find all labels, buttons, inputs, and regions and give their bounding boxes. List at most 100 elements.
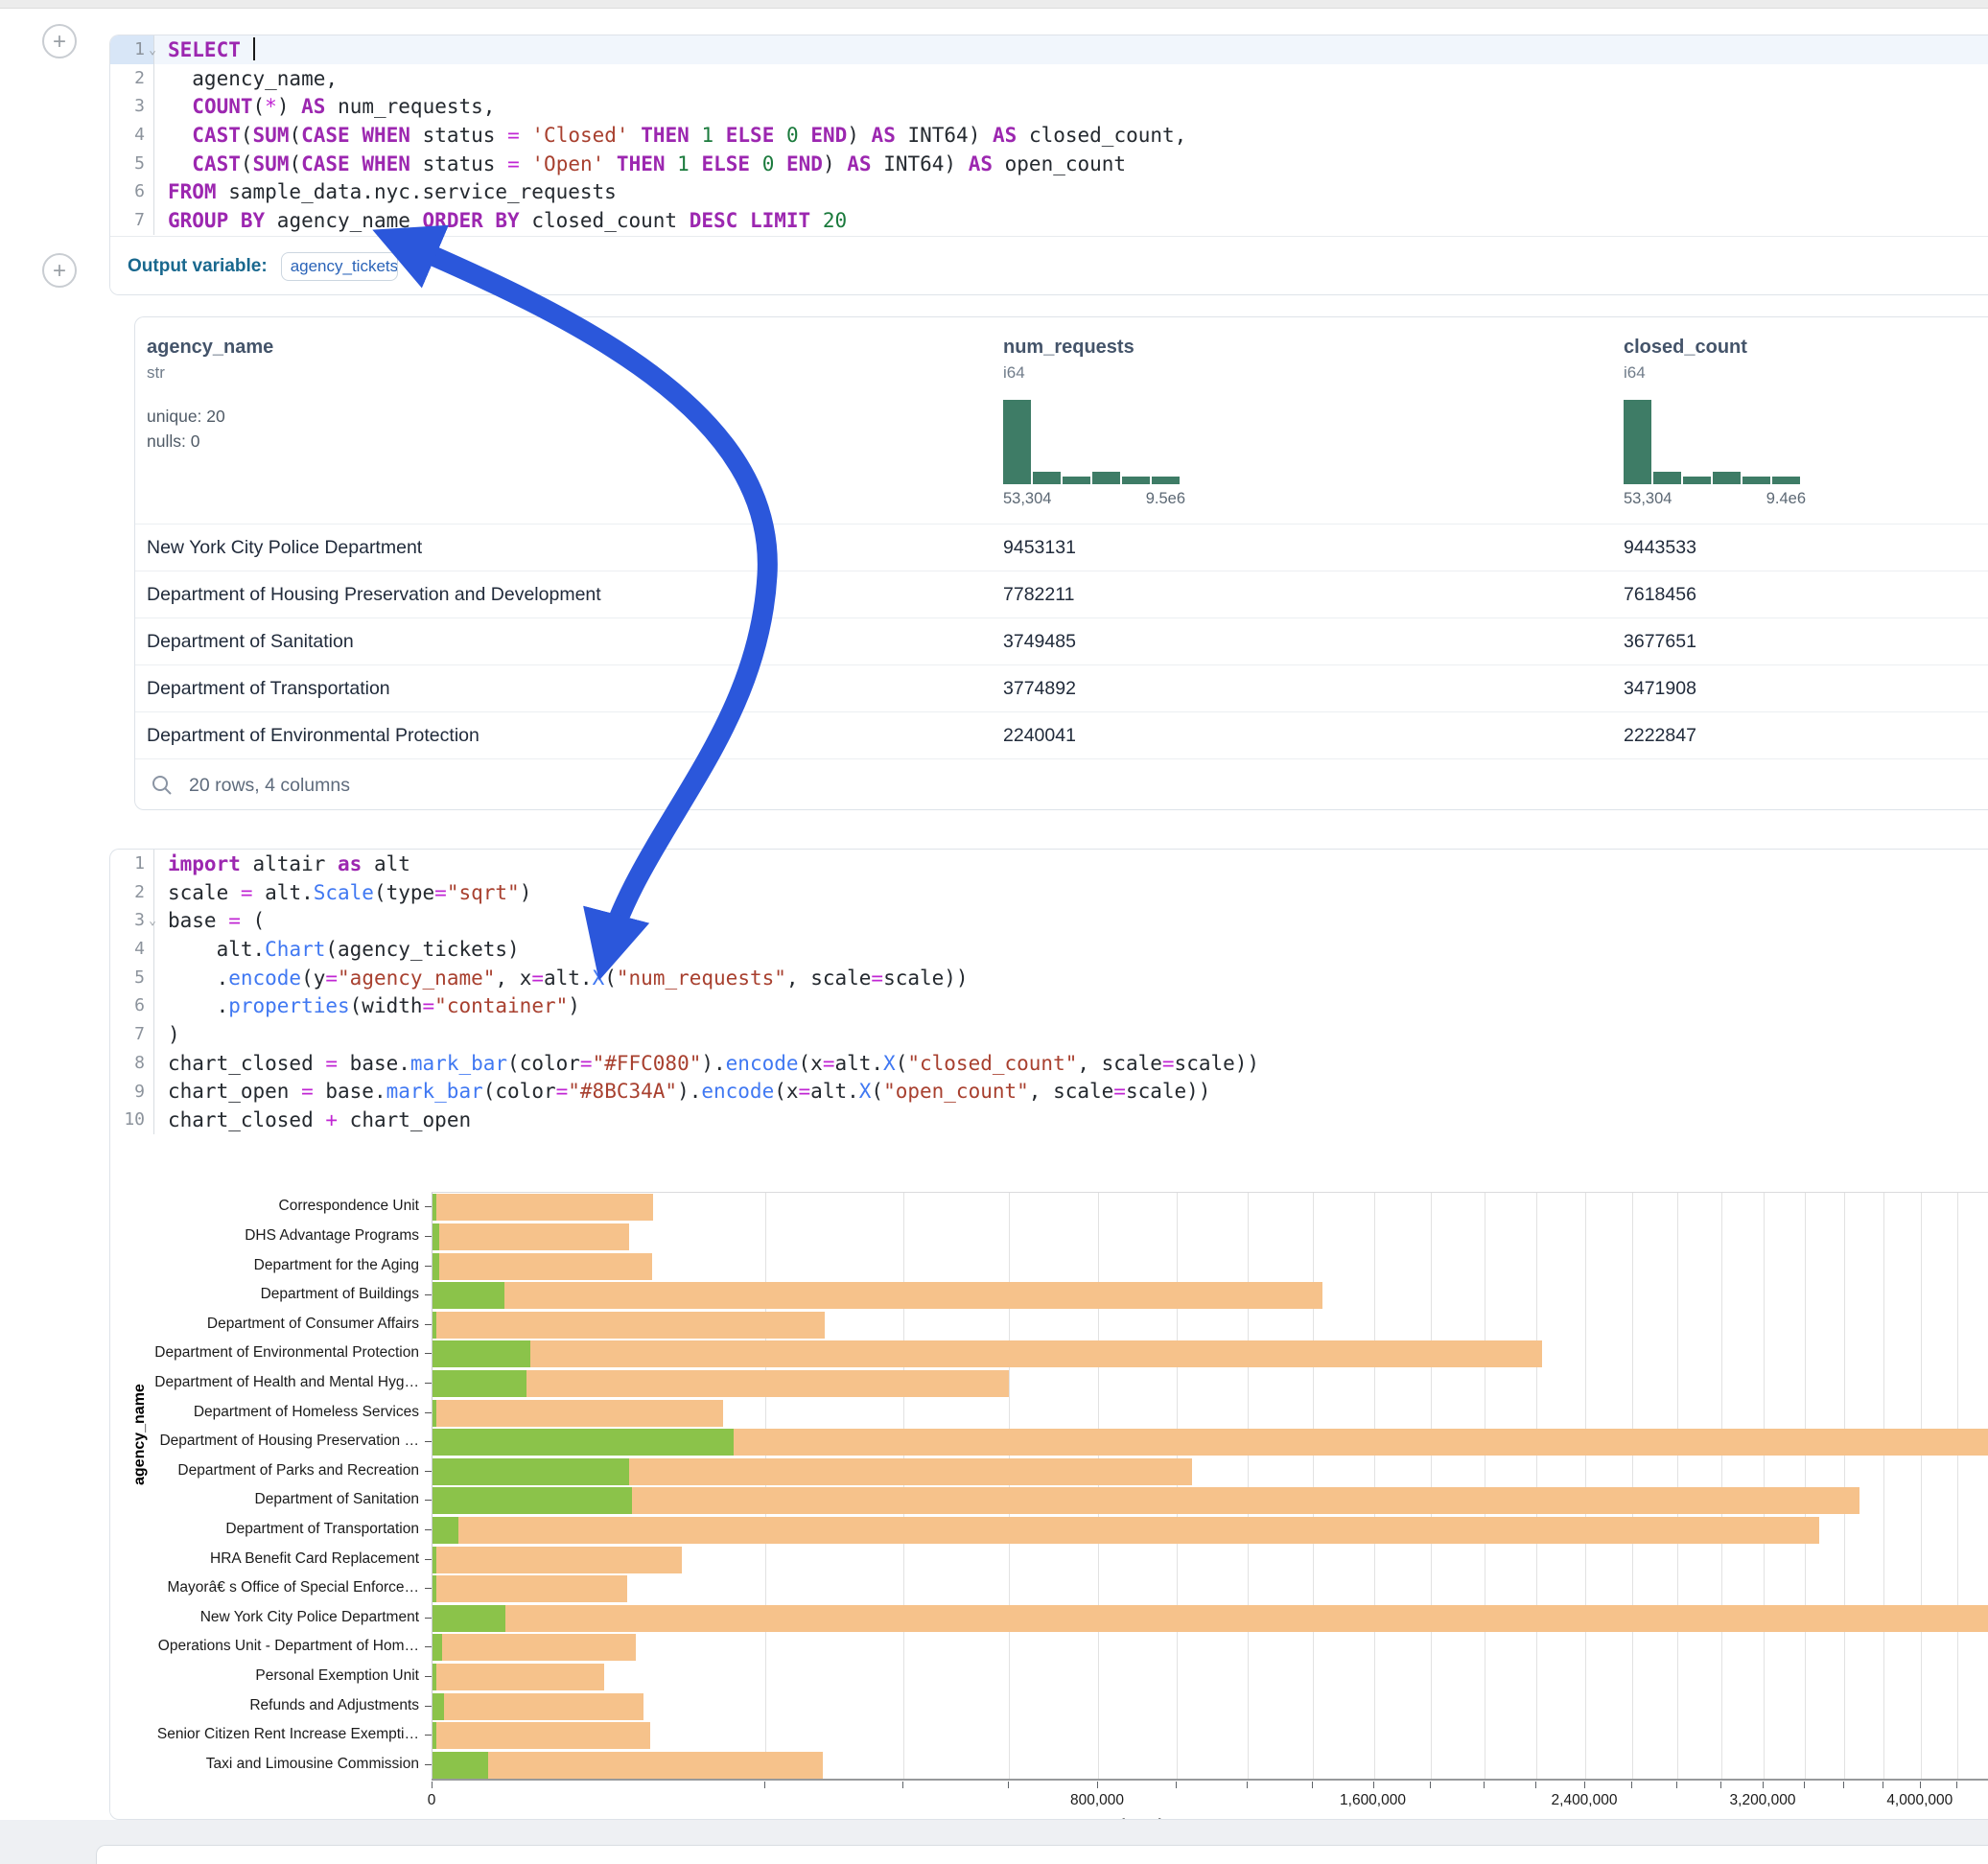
code-token: END bbox=[786, 152, 823, 175]
column-header: agency_namestrunique: 20nulls: 0 bbox=[147, 337, 273, 454]
x-axis-tick bbox=[1720, 1782, 1721, 1788]
gridline bbox=[1677, 1193, 1678, 1780]
x-axis-label: 0 bbox=[428, 1792, 436, 1809]
x-axis-tick bbox=[902, 1782, 903, 1788]
line-number: 5 bbox=[110, 964, 154, 992]
bar-closed bbox=[433, 1253, 652, 1280]
code-line: 9chart_open = base.mark_bar(color="#8BC3… bbox=[110, 1078, 1988, 1107]
code-token: mark_bar bbox=[410, 1052, 507, 1075]
code-token: open_count bbox=[993, 152, 1126, 175]
histogram-max-label: 9.4e6 bbox=[1766, 490, 1806, 508]
gridline bbox=[1374, 1193, 1375, 1780]
fold-chevron-icon[interactable]: ⌄ bbox=[149, 907, 156, 936]
line-number: 4 bbox=[110, 935, 154, 964]
x-axis-tick bbox=[1176, 1782, 1177, 1788]
code-token: alt. bbox=[810, 1080, 859, 1103]
bar-open bbox=[433, 1400, 436, 1427]
add-cell-button[interactable]: + bbox=[42, 253, 77, 288]
table-cell: 3749485 bbox=[1003, 618, 1076, 665]
code-token: 0 bbox=[762, 152, 775, 175]
bar-closed bbox=[433, 1634, 636, 1661]
column-type: i64 bbox=[1624, 363, 1806, 383]
code-token: ( bbox=[289, 152, 301, 175]
line-number: 9 bbox=[110, 1078, 154, 1107]
code-token: = bbox=[823, 1052, 835, 1075]
add-cell-button[interactable]: + bbox=[42, 24, 77, 58]
search-icon[interactable] bbox=[151, 774, 174, 797]
code-token: CASE bbox=[301, 152, 350, 175]
code-token: ( bbox=[241, 124, 253, 147]
code-token: . bbox=[168, 967, 228, 990]
sql-editor[interactable]: 1⌄SELECT 2 agency_name,3 COUNT(*) AS num… bbox=[110, 35, 1988, 235]
histogram-min-label: 53,304 bbox=[1624, 490, 1672, 508]
code-token: 20 bbox=[823, 209, 847, 232]
code-token: = bbox=[531, 967, 544, 990]
code-token: ( bbox=[241, 909, 265, 932]
x-axis-tick bbox=[1676, 1782, 1677, 1788]
code-text: GROUP BY agency_name ORDER BY closed_cou… bbox=[154, 209, 847, 232]
y-axis-tick bbox=[425, 1471, 432, 1472]
code-token: alt. bbox=[253, 881, 314, 904]
y-axis-tick bbox=[425, 1353, 432, 1354]
table-cell: 9453131 bbox=[1003, 524, 1076, 571]
x-axis-tick bbox=[1535, 1782, 1536, 1788]
y-axis-tick bbox=[425, 1324, 432, 1325]
bar-closed bbox=[433, 1223, 629, 1250]
sql-code-cell: 1⌄SELECT 2 agency_name,3 COUNT(*) AS num… bbox=[109, 35, 1988, 295]
table-cell: 3471908 bbox=[1624, 665, 1696, 712]
code-token: ORDER BY bbox=[423, 209, 520, 232]
code-token: ). bbox=[677, 1080, 701, 1103]
code-token: END bbox=[810, 124, 847, 147]
code-token: = bbox=[507, 124, 520, 147]
line-number: 7 bbox=[110, 206, 154, 235]
table-cell: 7782211 bbox=[1003, 571, 1074, 618]
histogram-bar bbox=[1033, 472, 1061, 484]
code-token: scale)) bbox=[883, 967, 969, 990]
x-axis-label: 2,400,000 bbox=[1552, 1792, 1618, 1809]
code-token: chart_open bbox=[338, 1108, 471, 1131]
x-axis-tick bbox=[1804, 1782, 1805, 1788]
y-axis-tick bbox=[425, 1266, 432, 1267]
line-number: 5 bbox=[110, 150, 154, 178]
code-token bbox=[350, 152, 363, 175]
code-token bbox=[520, 124, 532, 147]
code-token: (x bbox=[799, 1052, 823, 1075]
gridline bbox=[1721, 1193, 1722, 1780]
x-axis-tick bbox=[1956, 1782, 1957, 1788]
notebook-page: + + 1⌄SELECT 2 agency_name,3 COUNT(*) AS… bbox=[0, 0, 1988, 1864]
code-token: ). bbox=[701, 1052, 725, 1075]
code-token: (color bbox=[483, 1080, 556, 1103]
code-token: X bbox=[883, 1052, 896, 1075]
python-editor[interactable]: 1import altair as alt2scale = alt.Scale(… bbox=[110, 850, 1988, 1134]
table-row: New York City Police Department945313194… bbox=[135, 524, 1988, 571]
code-token: = bbox=[325, 1052, 338, 1075]
bar-open bbox=[433, 1722, 436, 1749]
code-token: , x bbox=[495, 967, 531, 990]
code-token: = bbox=[325, 967, 338, 990]
output-variable-pill[interactable]: agency_tickets bbox=[281, 252, 398, 281]
gridline bbox=[1431, 1193, 1432, 1780]
gridline bbox=[1248, 1193, 1249, 1780]
code-token: CAST bbox=[192, 152, 241, 175]
bar-open bbox=[433, 1664, 436, 1690]
histogram-bars bbox=[1003, 400, 1185, 484]
code-token: ) bbox=[847, 124, 871, 147]
bar-open bbox=[433, 1223, 439, 1250]
code-token: , scale bbox=[1077, 1052, 1162, 1075]
table-body: New York City Police Department945313194… bbox=[135, 524, 1988, 758]
bar-closed bbox=[433, 1664, 604, 1690]
code-token: = bbox=[241, 881, 253, 904]
code-token: scale)) bbox=[1126, 1080, 1211, 1103]
bar-closed bbox=[433, 1400, 723, 1427]
y-axis-label: HRA Benefit Card Replacement bbox=[110, 1550, 419, 1568]
line-number: 3 bbox=[110, 92, 154, 121]
fold-chevron-icon[interactable]: ⌄ bbox=[149, 36, 156, 65]
table-header: agency_namestrunique: 20nulls: 0num_requ… bbox=[135, 317, 1988, 524]
code-line: 5 CAST(SUM(CASE WHEN status = 'Open' THE… bbox=[110, 150, 1988, 178]
histogram-bar bbox=[1152, 477, 1180, 484]
altair-chart: agency_name Correspondence UnitDHS Advan… bbox=[110, 1180, 1988, 1813]
column-stats: unique: 20nulls: 0 bbox=[147, 404, 273, 454]
code-token: Scale bbox=[314, 881, 374, 904]
code-token: * bbox=[265, 95, 277, 118]
code-token: (agency_tickets) bbox=[325, 938, 519, 961]
